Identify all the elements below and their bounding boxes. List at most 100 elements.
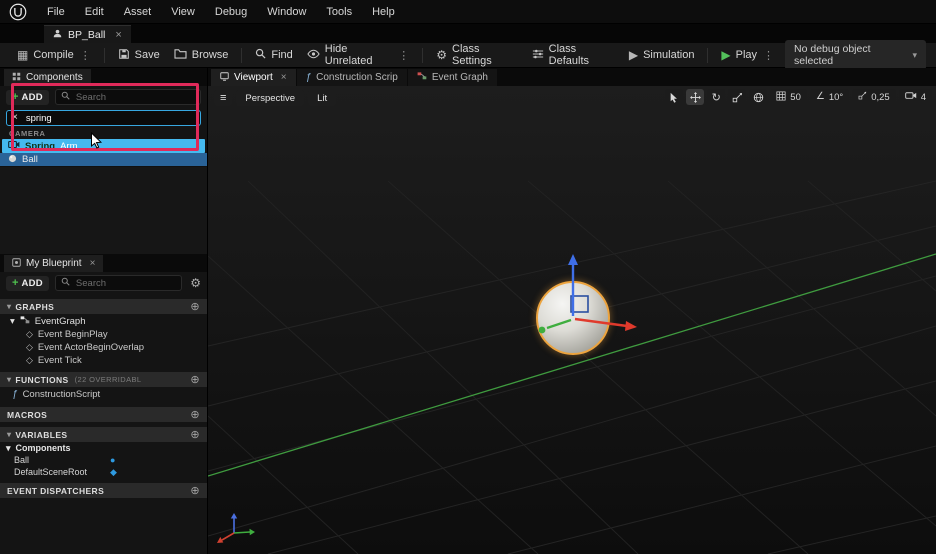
menu-edit[interactable]: Edit: [76, 4, 113, 20]
menu-asset[interactable]: Asset: [115, 4, 161, 20]
scale-tool-button[interactable]: [728, 89, 747, 105]
simulation-button[interactable]: ▶ Simulation: [622, 46, 702, 64]
variable-type-icon[interactable]: ●: [110, 455, 115, 465]
play-button[interactable]: ▶ Play ⋮: [714, 46, 781, 65]
add-macro-button[interactable]: ⊕: [190, 408, 200, 421]
event-beginplay-row[interactable]: ◇ Event BeginPlay: [0, 328, 207, 341]
components-search-input[interactable]: [73, 90, 195, 104]
add-function-button[interactable]: ⊕: [190, 373, 200, 386]
chevron-down-icon: ▾: [10, 315, 15, 327]
functions-section-header[interactable]: ▾ FUNCTIONS (22 OVERRIDABL ⊕: [0, 372, 207, 387]
perspective-button[interactable]: Perspective: [236, 90, 305, 106]
add-component-search-field[interactable]: ×: [6, 110, 201, 126]
variables-section-header[interactable]: ▾ VARIABLES ⊕: [0, 427, 207, 442]
add-graph-button[interactable]: ⊕: [190, 300, 200, 313]
dropdown-item-match-text: Spring: [25, 140, 56, 152]
play-label: Play: [735, 49, 758, 61]
blueprint-settings-gear-icon[interactable]: ⚙: [190, 276, 201, 290]
close-tab-icon[interactable]: ×: [115, 29, 121, 41]
tab-viewport[interactable]: Viewport ×: [211, 69, 296, 86]
variables-components-category[interactable]: ▾ Components: [0, 442, 207, 454]
variable-type-icon[interactable]: ◆: [110, 467, 117, 478]
tab-construction-script[interactable]: ƒ Construction Scrip: [296, 69, 407, 86]
event-actorbeginoverlap-row[interactable]: ◇ Event ActorBeginOverlap: [0, 341, 207, 354]
add-blueprint-item-button[interactable]: + ADD: [6, 275, 49, 291]
components-search-box[interactable]: [54, 89, 201, 105]
grid-snap-control[interactable]: 50: [770, 89, 807, 105]
lit-button[interactable]: Lit: [308, 90, 337, 106]
find-button[interactable]: Find: [248, 45, 299, 65]
rotate-tool-button[interactable]: ↻: [707, 89, 726, 105]
select-tool-button[interactable]: [665, 89, 684, 105]
clear-search-icon[interactable]: ×: [12, 113, 18, 123]
viewport-tab-label: Viewport: [234, 72, 273, 83]
component-row-ball[interactable]: Ball: [0, 153, 207, 166]
asset-tab-bp-ball[interactable]: BP_Ball ×: [44, 25, 131, 43]
world-coordinate-button[interactable]: [749, 89, 768, 105]
save-button[interactable]: Save: [111, 45, 167, 66]
event-dispatchers-header-label: EVENT DISPATCHERS: [7, 485, 105, 496]
add-component-search-input[interactable]: [23, 111, 195, 125]
hide-unrelated-label: Hide Unrelated: [324, 43, 373, 67]
rotate-icon: ↻: [711, 91, 721, 104]
hide-unrelated-button[interactable]: Hide Unrelated ⋮: [300, 40, 417, 70]
class-settings-button[interactable]: ⚙ Class Settings: [429, 40, 524, 70]
viewport-3d-scene[interactable]: ≡ Perspective Lit ↻ 50 ∠ 10° 0,25 4: [208, 86, 936, 554]
menu-tools[interactable]: Tools: [317, 4, 361, 20]
variable-row-ball[interactable]: Ball ●: [0, 454, 207, 466]
my-blueprint-search-input[interactable]: [73, 276, 177, 290]
ball-sphere[interactable]: [536, 281, 610, 355]
add-variable-button[interactable]: ⊕: [190, 428, 200, 441]
menu-bar: File Edit Asset View Debug Window Tools …: [0, 0, 936, 24]
menu-help[interactable]: Help: [363, 4, 404, 20]
camera-speed-control[interactable]: 4: [898, 89, 932, 105]
construction-script-row[interactable]: ƒ ConstructionScript: [0, 387, 207, 402]
add-dispatcher-button[interactable]: ⊕: [190, 484, 200, 497]
hide-unrelated-options-icon[interactable]: ⋮: [398, 49, 409, 62]
class-defaults-button[interactable]: Class Defaults: [525, 40, 622, 70]
eventgraph-row[interactable]: ▾ EventGraph: [0, 314, 207, 328]
chevron-down-icon: ▾: [7, 430, 12, 439]
event-dispatchers-section-header[interactable]: EVENT DISPATCHERS ⊕: [0, 483, 207, 498]
graph-icon: [417, 72, 427, 83]
tab-my-blueprint[interactable]: My Blueprint ×: [4, 255, 104, 272]
tab-components[interactable]: Components: [4, 69, 91, 86]
debug-object-dropdown[interactable]: No debug object selected ▾: [785, 40, 927, 70]
my-blueprint-search-box[interactable]: [54, 275, 183, 291]
add-component-button[interactable]: + ADD: [6, 89, 49, 105]
viewport-options-button[interactable]: ≡: [214, 90, 233, 106]
components-add-row: + ADD: [0, 86, 207, 108]
play-options-icon[interactable]: ⋮: [763, 49, 774, 62]
add-blueprint-item-label: ADD: [21, 277, 43, 289]
dropdown-item-spring-arm[interactable]: Spring Arm: [2, 139, 205, 153]
move-tool-button[interactable]: [686, 89, 705, 105]
components-tree-area[interactable]: [0, 166, 207, 254]
compile-button[interactable]: ▦ Compile ⋮: [10, 46, 98, 65]
person-icon: [53, 29, 62, 41]
graphs-section-header[interactable]: ▾ GRAPHS ⊕: [0, 299, 207, 314]
variable-row-defaultsceneroot[interactable]: DefaultSceneRoot ◆: [0, 466, 207, 478]
class-settings-label: Class Settings: [452, 43, 492, 67]
perspective-label: Perspective: [245, 92, 296, 104]
menu-debug[interactable]: Debug: [206, 4, 256, 20]
dropdown-category-label: CAMERA: [9, 128, 46, 138]
event-tick-row[interactable]: ◇ Event Tick: [0, 354, 207, 367]
event-graph-tab-label: Event Graph: [431, 72, 488, 83]
graphs-header-label: GRAPHS: [15, 301, 55, 312]
browse-button[interactable]: Browse: [167, 45, 236, 65]
close-my-blueprint-icon[interactable]: ×: [90, 258, 96, 269]
unreal-logo-icon[interactable]: [8, 2, 28, 22]
tab-event-graph[interactable]: Event Graph: [407, 69, 497, 86]
rotation-snap-control[interactable]: ∠ 10°: [809, 89, 850, 105]
find-label: Find: [271, 49, 293, 61]
close-viewport-tab-icon[interactable]: ×: [281, 72, 287, 83]
function-icon: ƒ: [305, 72, 312, 83]
hamburger-icon: ≡: [220, 92, 227, 104]
menu-window[interactable]: Window: [258, 4, 315, 20]
save-icon: [118, 48, 130, 63]
menu-file[interactable]: File: [38, 4, 74, 20]
scale-snap-control[interactable]: 0,25: [852, 89, 896, 105]
menu-view[interactable]: View: [162, 4, 204, 20]
macros-section-header[interactable]: MACROS ⊕: [0, 407, 207, 422]
compile-options-icon[interactable]: ⋮: [80, 49, 91, 62]
